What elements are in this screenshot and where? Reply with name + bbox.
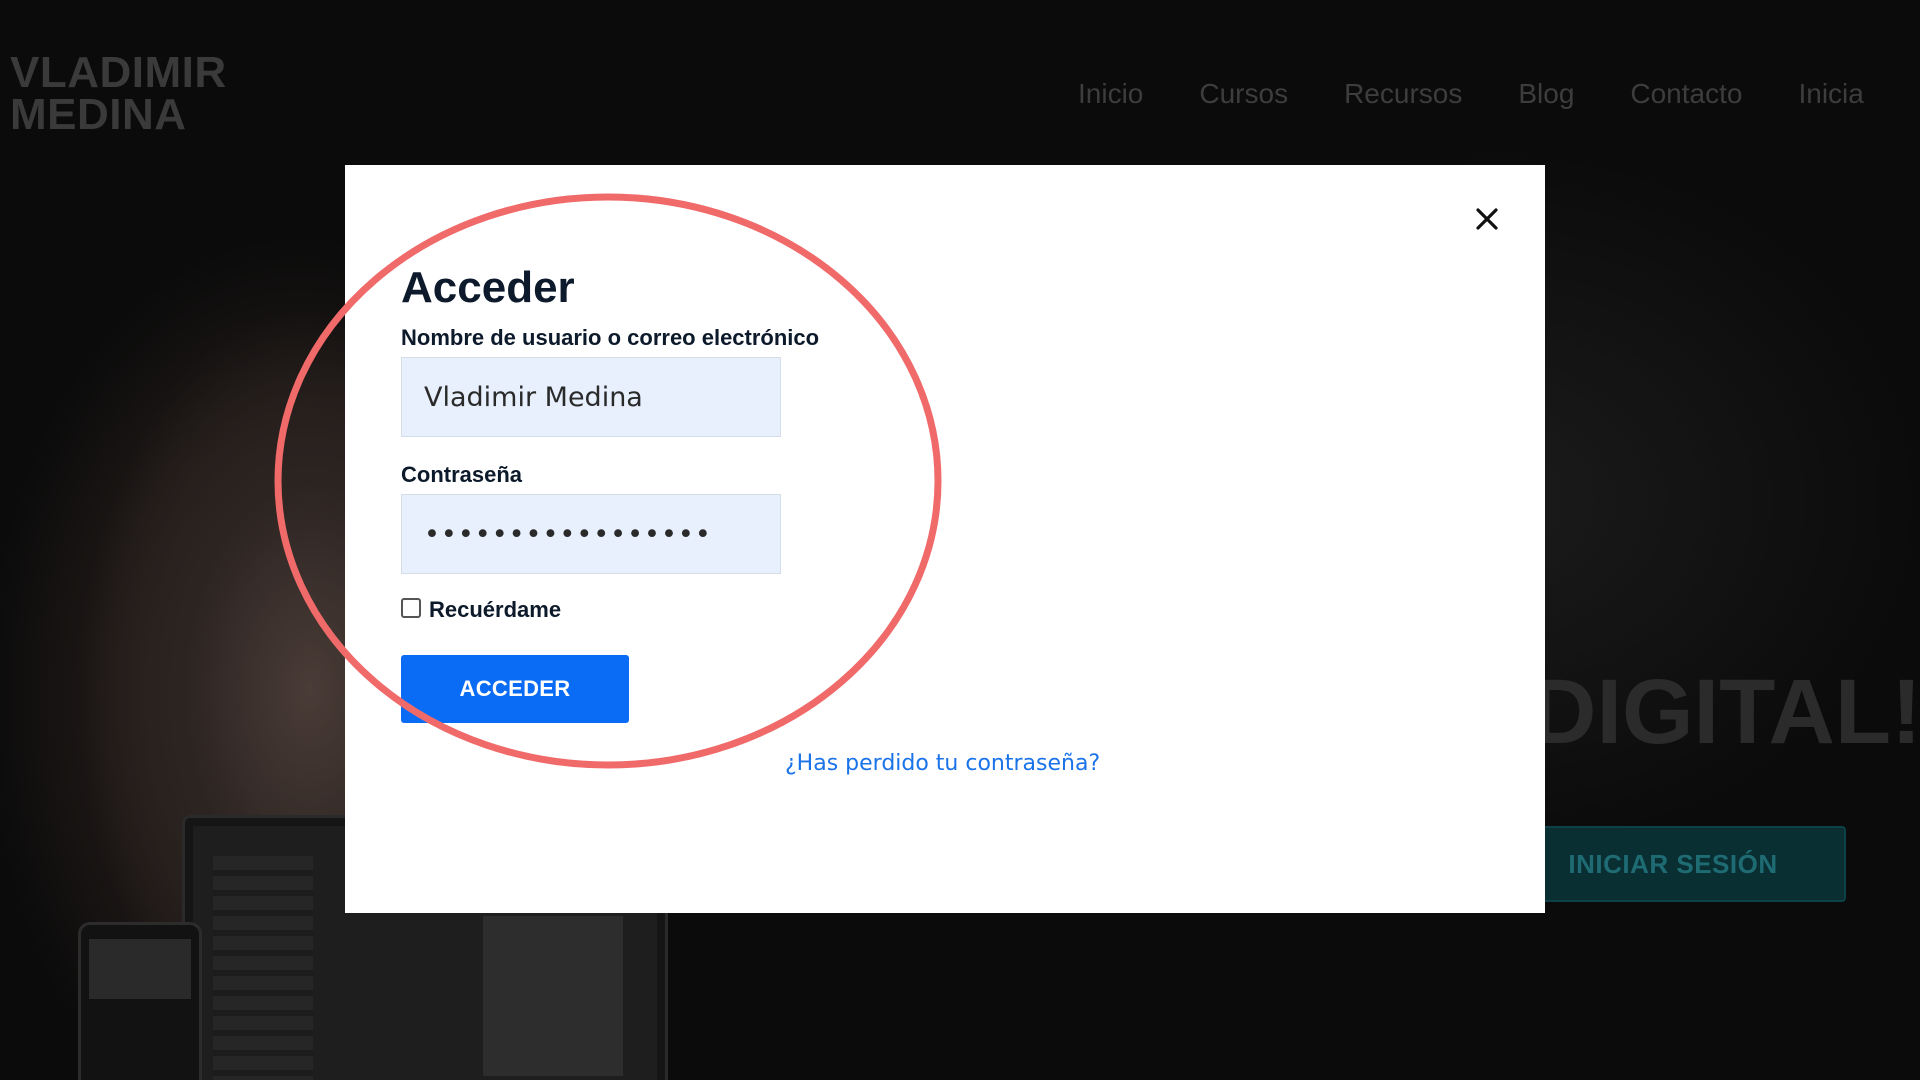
nav-item-cursos[interactable]: Cursos [1199, 78, 1288, 110]
remember-checkbox[interactable] [401, 598, 421, 618]
password-label: Contraseña [401, 462, 523, 487]
logo-line-2: MEDINA [10, 90, 187, 139]
username-label: Nombre de usuario o correo electrónico [401, 325, 820, 350]
close-icon [1476, 208, 1498, 230]
hero-login-button[interactable]: INICIAR SESIÓN [1500, 826, 1846, 902]
nav-item-recursos[interactable]: Recursos [1344, 78, 1462, 110]
password-input[interactable] [401, 494, 781, 574]
username-input[interactable] [401, 357, 781, 437]
phone-mockup-image [78, 922, 202, 1080]
hero-headline: DIGITAL! [1530, 661, 1920, 763]
page: VLADIMIR MEDINA Inicio Cursos Recursos B… [0, 0, 1920, 1080]
nav-item-contacto[interactable]: Contacto [1630, 78, 1742, 110]
main-nav: Inicio Cursos Recursos Blog Contacto Ini… [1078, 78, 1864, 110]
modal-title: Acceder [401, 263, 575, 312]
login-modal: Acceder Nombre de usuario o correo elect… [345, 165, 1545, 913]
site-logo[interactable]: VLADIMIR MEDINA [10, 48, 227, 139]
lost-password-link[interactable]: ¿Has perdido tu contraseña? [785, 751, 1100, 776]
logo-line-1: VLADIMIR [10, 48, 227, 97]
monitor-sidebar [213, 856, 313, 1080]
phone-screen [89, 939, 191, 999]
remember-label: Recuérdame [429, 597, 562, 622]
remember-me[interactable]: Recuérdame [401, 597, 561, 623]
nav-item-inicia[interactable]: Inicia [1798, 78, 1863, 110]
nav-item-blog[interactable]: Blog [1518, 78, 1574, 110]
close-button[interactable] [1469, 201, 1505, 237]
login-submit-button[interactable]: ACCEDER [401, 655, 629, 723]
monitor-panel [483, 916, 623, 1076]
nav-item-inicio[interactable]: Inicio [1078, 78, 1143, 110]
